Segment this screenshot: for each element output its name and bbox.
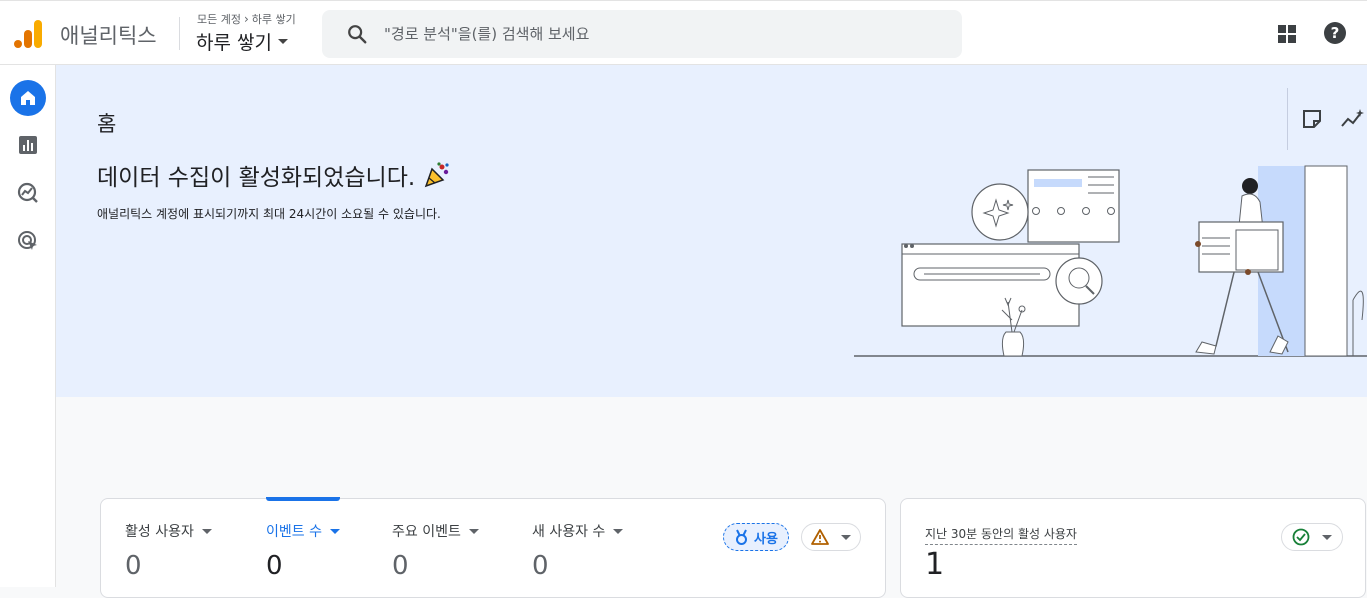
explore-icon bbox=[17, 182, 38, 203]
dropdown-arrow-icon bbox=[468, 528, 479, 534]
metric-label: 이벤트 수 bbox=[266, 524, 322, 540]
dropdown-arrow-icon bbox=[841, 534, 851, 540]
check-circle-icon bbox=[1292, 528, 1310, 546]
metric-value: 0 bbox=[266, 551, 283, 581]
svg-text:?: ? bbox=[1331, 24, 1340, 42]
nav-reports[interactable] bbox=[10, 127, 46, 163]
bar-chart-icon bbox=[19, 136, 37, 154]
metric-label: 주요 이벤트 bbox=[392, 524, 461, 540]
party-popper-icon bbox=[424, 162, 449, 188]
metric-value: 0 bbox=[392, 551, 409, 581]
app-title[interactable]: 애널리틱스 bbox=[60, 20, 157, 50]
breadcrumb-account[interactable]: 모든 계정 bbox=[197, 11, 241, 27]
realtime-users-card: 지난 30분 동안의 활성 사용자 1 bbox=[900, 498, 1366, 598]
metric-key-events[interactable]: 주요 이벤트 0 bbox=[392, 521, 479, 581]
warning-icon bbox=[811, 529, 829, 545]
insights-icon[interactable] bbox=[1340, 108, 1364, 130]
sticky-note-icon[interactable] bbox=[1301, 108, 1323, 130]
property-selector[interactable]: 하루 쌓기 bbox=[196, 28, 288, 55]
side-navigation bbox=[0, 65, 56, 587]
dropdown-arrow-icon bbox=[329, 528, 340, 534]
realtime-users-label[interactable]: 지난 30분 동안의 활성 사용자 bbox=[925, 525, 1077, 545]
metric-value: 0 bbox=[532, 551, 549, 581]
top-app-bar: 애널리틱스 모든 계정 › 하루 쌓기 하루 쌓기 ? bbox=[0, 0, 1367, 65]
breadcrumb[interactable]: 모든 계정 › 하루 쌓기 bbox=[197, 11, 296, 27]
metric-active-users[interactable]: 활성 사용자 0 bbox=[125, 521, 212, 581]
home-icon bbox=[21, 91, 35, 105]
page-title: 홈 bbox=[97, 112, 117, 136]
apps-grid-icon[interactable] bbox=[1276, 23, 1298, 45]
header-divider bbox=[179, 17, 180, 50]
metric-label: 활성 사용자 bbox=[125, 524, 194, 540]
dropdown-arrow-icon bbox=[277, 39, 288, 44]
search-input[interactable] bbox=[384, 10, 944, 58]
metrics-overview-card: 활성 사용자 0 이벤트 수 0 주요 이벤트 0 새 사용자 수 0 사용 bbox=[100, 497, 886, 598]
dropdown-arrow-icon bbox=[1322, 534, 1332, 540]
analytics-logo-icon[interactable] bbox=[14, 18, 44, 50]
metric-new-users[interactable]: 새 사용자 수 0 bbox=[532, 521, 624, 581]
collection-subtext: 애널리틱스 계정에 표시되기까지 최대 24시간이 소요될 수 있습니다. bbox=[97, 207, 441, 221]
advertising-target-icon bbox=[18, 231, 37, 250]
usage-badge-label: 사용 bbox=[754, 531, 778, 547]
metric-event-count[interactable]: 이벤트 수 0 bbox=[266, 497, 340, 581]
data-quality-ok-menu[interactable] bbox=[1281, 523, 1343, 551]
collection-headline-text: 데이터 수집이 활성화되었습니다. bbox=[97, 165, 416, 191]
hero-illustration bbox=[854, 165, 1367, 357]
chevron-right-icon: › bbox=[243, 12, 249, 26]
nav-explore[interactable] bbox=[10, 175, 46, 211]
metric-label: 새 사용자 수 bbox=[532, 524, 606, 540]
search-bar[interactable] bbox=[322, 10, 962, 58]
dropdown-arrow-icon bbox=[613, 528, 624, 534]
realtime-users-value: 1 bbox=[925, 547, 945, 582]
metric-value: 0 bbox=[125, 551, 142, 581]
breadcrumb-property[interactable]: 하루 쌓기 bbox=[252, 11, 296, 27]
usage-badge-button[interactable]: 사용 bbox=[723, 523, 789, 551]
nav-advertising[interactable] bbox=[10, 223, 46, 259]
collection-headline: 데이터 수집이 활성화되었습니다. bbox=[97, 158, 451, 192]
medal-icon bbox=[736, 529, 747, 545]
data-quality-warning-menu[interactable] bbox=[801, 523, 861, 551]
hero-divider bbox=[1287, 88, 1288, 150]
dropdown-arrow-icon bbox=[201, 528, 212, 534]
property-selector-label: 하루 쌓기 bbox=[196, 32, 272, 54]
search-icon bbox=[348, 25, 367, 44]
help-icon[interactable]: ? bbox=[1323, 21, 1347, 45]
nav-home[interactable] bbox=[10, 80, 46, 116]
